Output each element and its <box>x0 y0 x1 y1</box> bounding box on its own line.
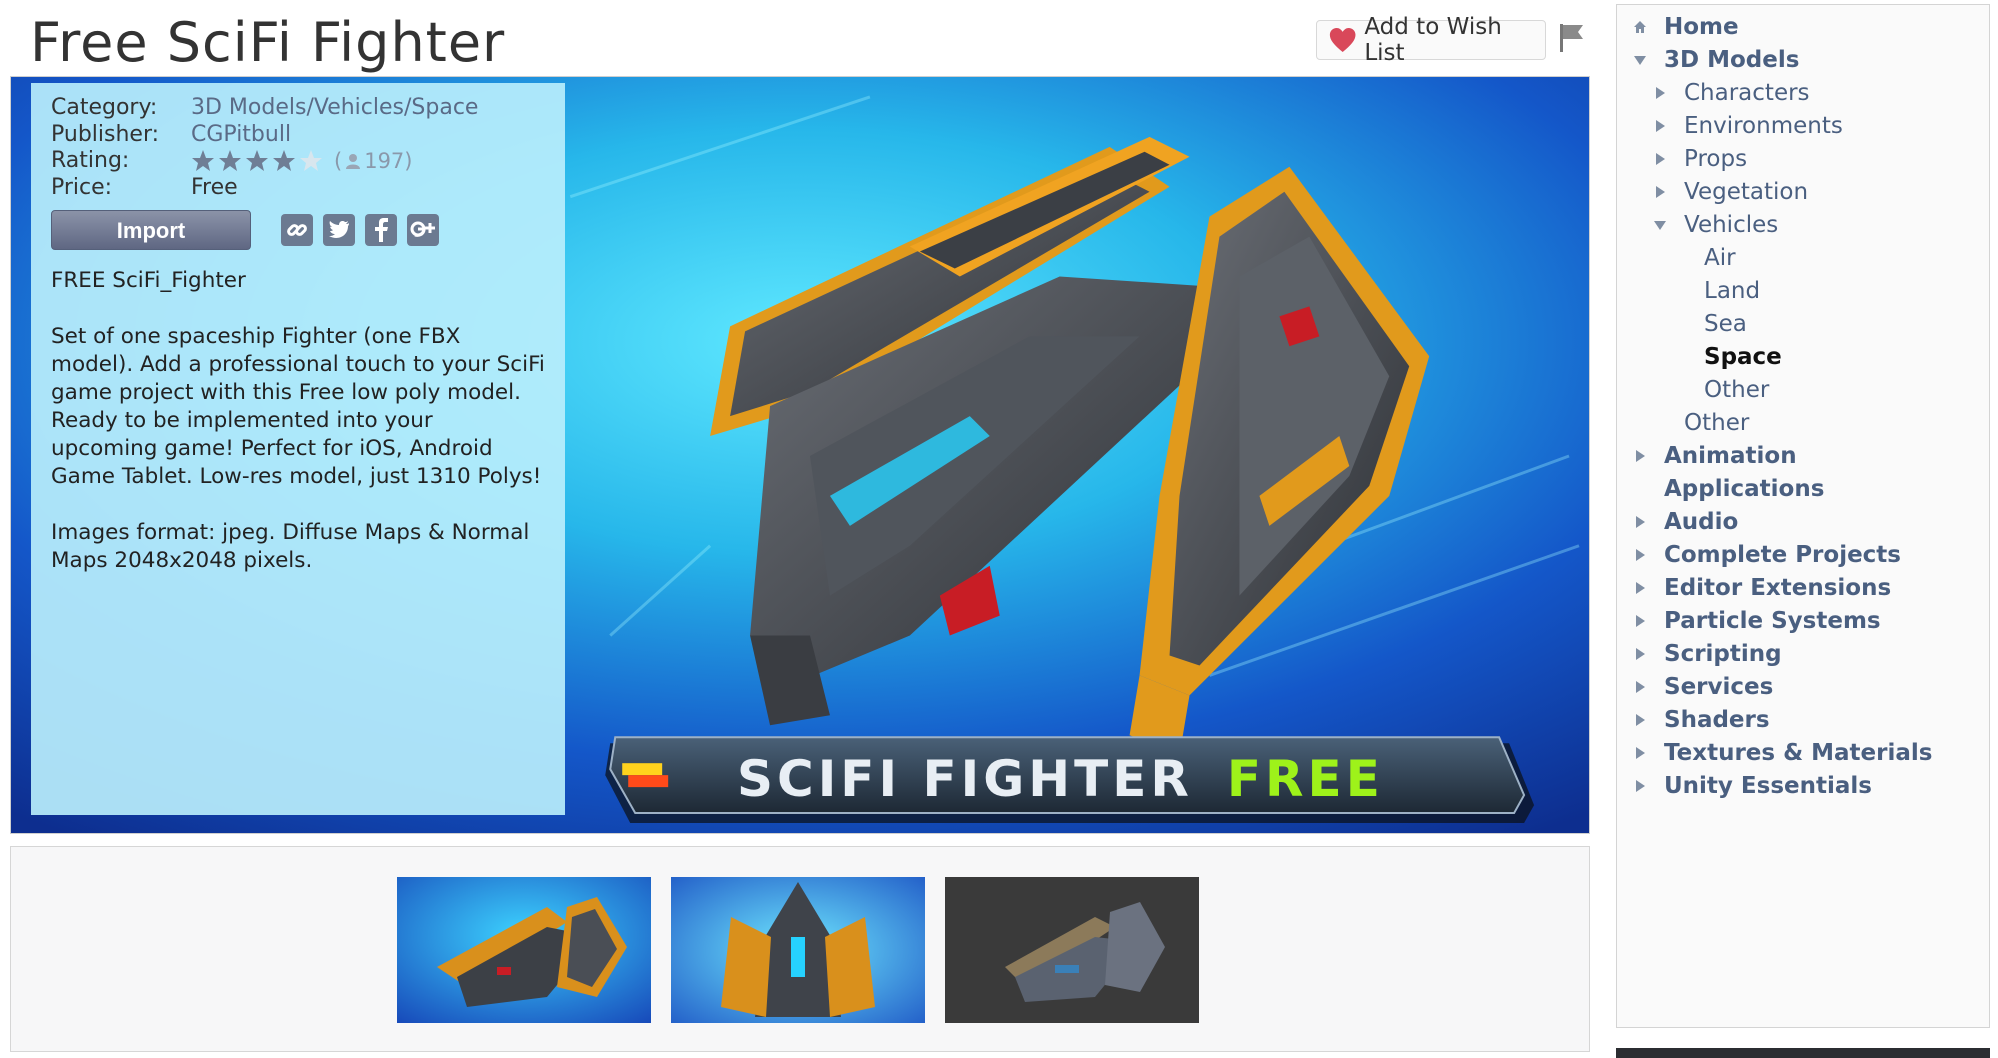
product-description: FREE SciFi_Fighter Set of one spaceship … <box>51 267 545 575</box>
sidebar-footer-bar <box>1616 1048 1990 1058</box>
banner-free-text: FREE <box>1226 750 1384 808</box>
rating-stars <box>191 148 326 175</box>
rating-count-open: ( <box>334 149 343 173</box>
page-title: Free SciFi Fighter <box>30 11 506 74</box>
product-info-panel: Category: 3D Models/Vehicles/Space Publi… <box>31 83 565 815</box>
sidebar-item-land[interactable]: Land <box>1704 273 1760 309</box>
sidebar-item-audio[interactable]: Audio <box>1664 504 1738 540</box>
star-filled-icon <box>192 150 214 172</box>
heart-icon <box>1329 28 1356 52</box>
caret-right-icon[interactable] <box>1633 779 1647 793</box>
rating-label: Rating: <box>51 148 130 173</box>
caret-right-icon[interactable] <box>1633 548 1647 562</box>
caret-right-icon[interactable] <box>1633 581 1647 595</box>
sidebar-item-particle-systems[interactable]: Particle Systems <box>1664 603 1881 639</box>
description-title: FREE SciFi_Fighter <box>51 268 246 293</box>
caret-down-icon[interactable] <box>1633 53 1647 67</box>
facebook-icon[interactable] <box>365 214 397 246</box>
description-paragraph: Set of one spaceship Fighter (one FBX mo… <box>51 324 545 489</box>
sidebar-item-vehicles[interactable]: Vehicles <box>1684 207 1778 243</box>
share-icons <box>281 214 449 246</box>
sidebar-item-scripting[interactable]: Scripting <box>1664 636 1782 672</box>
thumbnail-2[interactable] <box>671 877 925 1023</box>
sidebar-item-sea[interactable]: Sea <box>1704 306 1747 342</box>
sidebar-item-shaders[interactable]: Shaders <box>1664 702 1770 738</box>
caret-right-icon[interactable] <box>1633 713 1647 727</box>
user-icon <box>346 154 361 170</box>
sidebar-item-services[interactable]: Services <box>1664 669 1773 705</box>
caret-right-icon[interactable] <box>1633 614 1647 628</box>
category-label: Category: <box>51 95 158 120</box>
publisher-link[interactable]: CGPitbull <box>191 122 291 149</box>
star-empty-icon <box>300 150 322 172</box>
sidebar-item-applications[interactable]: Applications <box>1664 471 1824 507</box>
sidebar-item-editor-extensions[interactable]: Editor Extensions <box>1664 570 1891 606</box>
sidebar-item-props[interactable]: Props <box>1684 141 1747 177</box>
sidebar-item-other[interactable]: Other <box>1704 372 1769 408</box>
sidebar-item-space[interactable]: Space <box>1704 339 1782 375</box>
caret-right-icon[interactable] <box>1633 647 1647 661</box>
hero-banner: SCIFI FIGHTER FREE <box>601 741 1531 817</box>
google-plus-icon[interactable] <box>407 214 439 246</box>
caret-down-icon[interactable] <box>1653 218 1667 232</box>
category-row: Category: 3D Models/Vehicles/Space <box>51 95 545 122</box>
add-to-wishlist-button[interactable]: Add to Wish List <box>1316 14 1546 66</box>
sidebar-item-complete-projects[interactable]: Complete Projects <box>1664 537 1901 573</box>
caret-right-icon[interactable] <box>1653 86 1667 100</box>
star-filled-icon <box>219 150 241 172</box>
sidebar-item-unity-essentials[interactable]: Unity Essentials <box>1664 768 1872 804</box>
sidebar-item-environments[interactable]: Environments <box>1684 108 1843 144</box>
sidebar-item-other[interactable]: Other <box>1684 405 1749 441</box>
thumbnail-3[interactable] <box>945 877 1199 1023</box>
publisher-row: Publisher: CGPitbull <box>51 122 545 149</box>
twitter-icon[interactable] <box>323 214 355 246</box>
sidebar-item-textures-materials[interactable]: Textures & Materials <box>1664 735 1932 771</box>
star-filled-icon <box>273 150 295 172</box>
wishlist-label: Add to Wish List <box>1364 14 1502 66</box>
thumbnail-strip <box>10 846 1590 1052</box>
action-row: Import <box>51 209 545 251</box>
product-hero: Category: 3D Models/Vehicles/Space Publi… <box>10 76 1590 834</box>
star-filled-icon <box>246 150 268 172</box>
rating-count: ( 197) <box>334 148 412 175</box>
sidebar-item-home[interactable]: Home <box>1664 9 1739 45</box>
price-label: Price: <box>51 174 113 200</box>
home-icon[interactable] <box>1633 20 1647 34</box>
caret-right-icon[interactable] <box>1633 746 1647 760</box>
price-value: Free <box>191 174 238 200</box>
description-paragraph: Images format: jpeg. Diffuse Maps & Norm… <box>51 520 530 573</box>
sidebar-item-air[interactable]: Air <box>1704 240 1736 276</box>
caret-right-icon[interactable] <box>1633 515 1647 529</box>
sidebar-item-3d-models[interactable]: 3D Models <box>1664 42 1799 78</box>
import-button[interactable]: Import <box>51 210 251 250</box>
link-share-icon[interactable] <box>281 214 313 246</box>
thumbnail-1[interactable] <box>397 877 651 1023</box>
flag-icon[interactable] <box>1558 22 1586 54</box>
caret-right-icon[interactable] <box>1653 152 1667 166</box>
publisher-label: Publisher: <box>51 121 160 147</box>
category-link[interactable]: 3D Models/Vehicles/Space <box>191 95 478 122</box>
sidebar-item-characters[interactable]: Characters <box>1684 75 1810 111</box>
sidebar-item-vegetation[interactable]: Vegetation <box>1684 174 1808 210</box>
caret-right-icon[interactable] <box>1633 680 1647 694</box>
caret-right-icon[interactable] <box>1653 119 1667 133</box>
rating-count-value: 197) <box>364 149 413 173</box>
banner-title: SCIFI FIGHTER FREE <box>737 747 1384 811</box>
caret-right-icon[interactable] <box>1653 185 1667 199</box>
caret-right-icon[interactable] <box>1633 449 1647 463</box>
category-sidebar: Home 3D Models Characters Environments Props… <box>1616 4 1990 1028</box>
price-row: Price: Free <box>51 175 545 202</box>
sidebar-item-animation[interactable]: Animation <box>1664 438 1797 474</box>
rating-row: Rating: ( 197) <box>51 148 545 175</box>
banner-title-text: SCIFI FIGHTER <box>737 750 1193 808</box>
